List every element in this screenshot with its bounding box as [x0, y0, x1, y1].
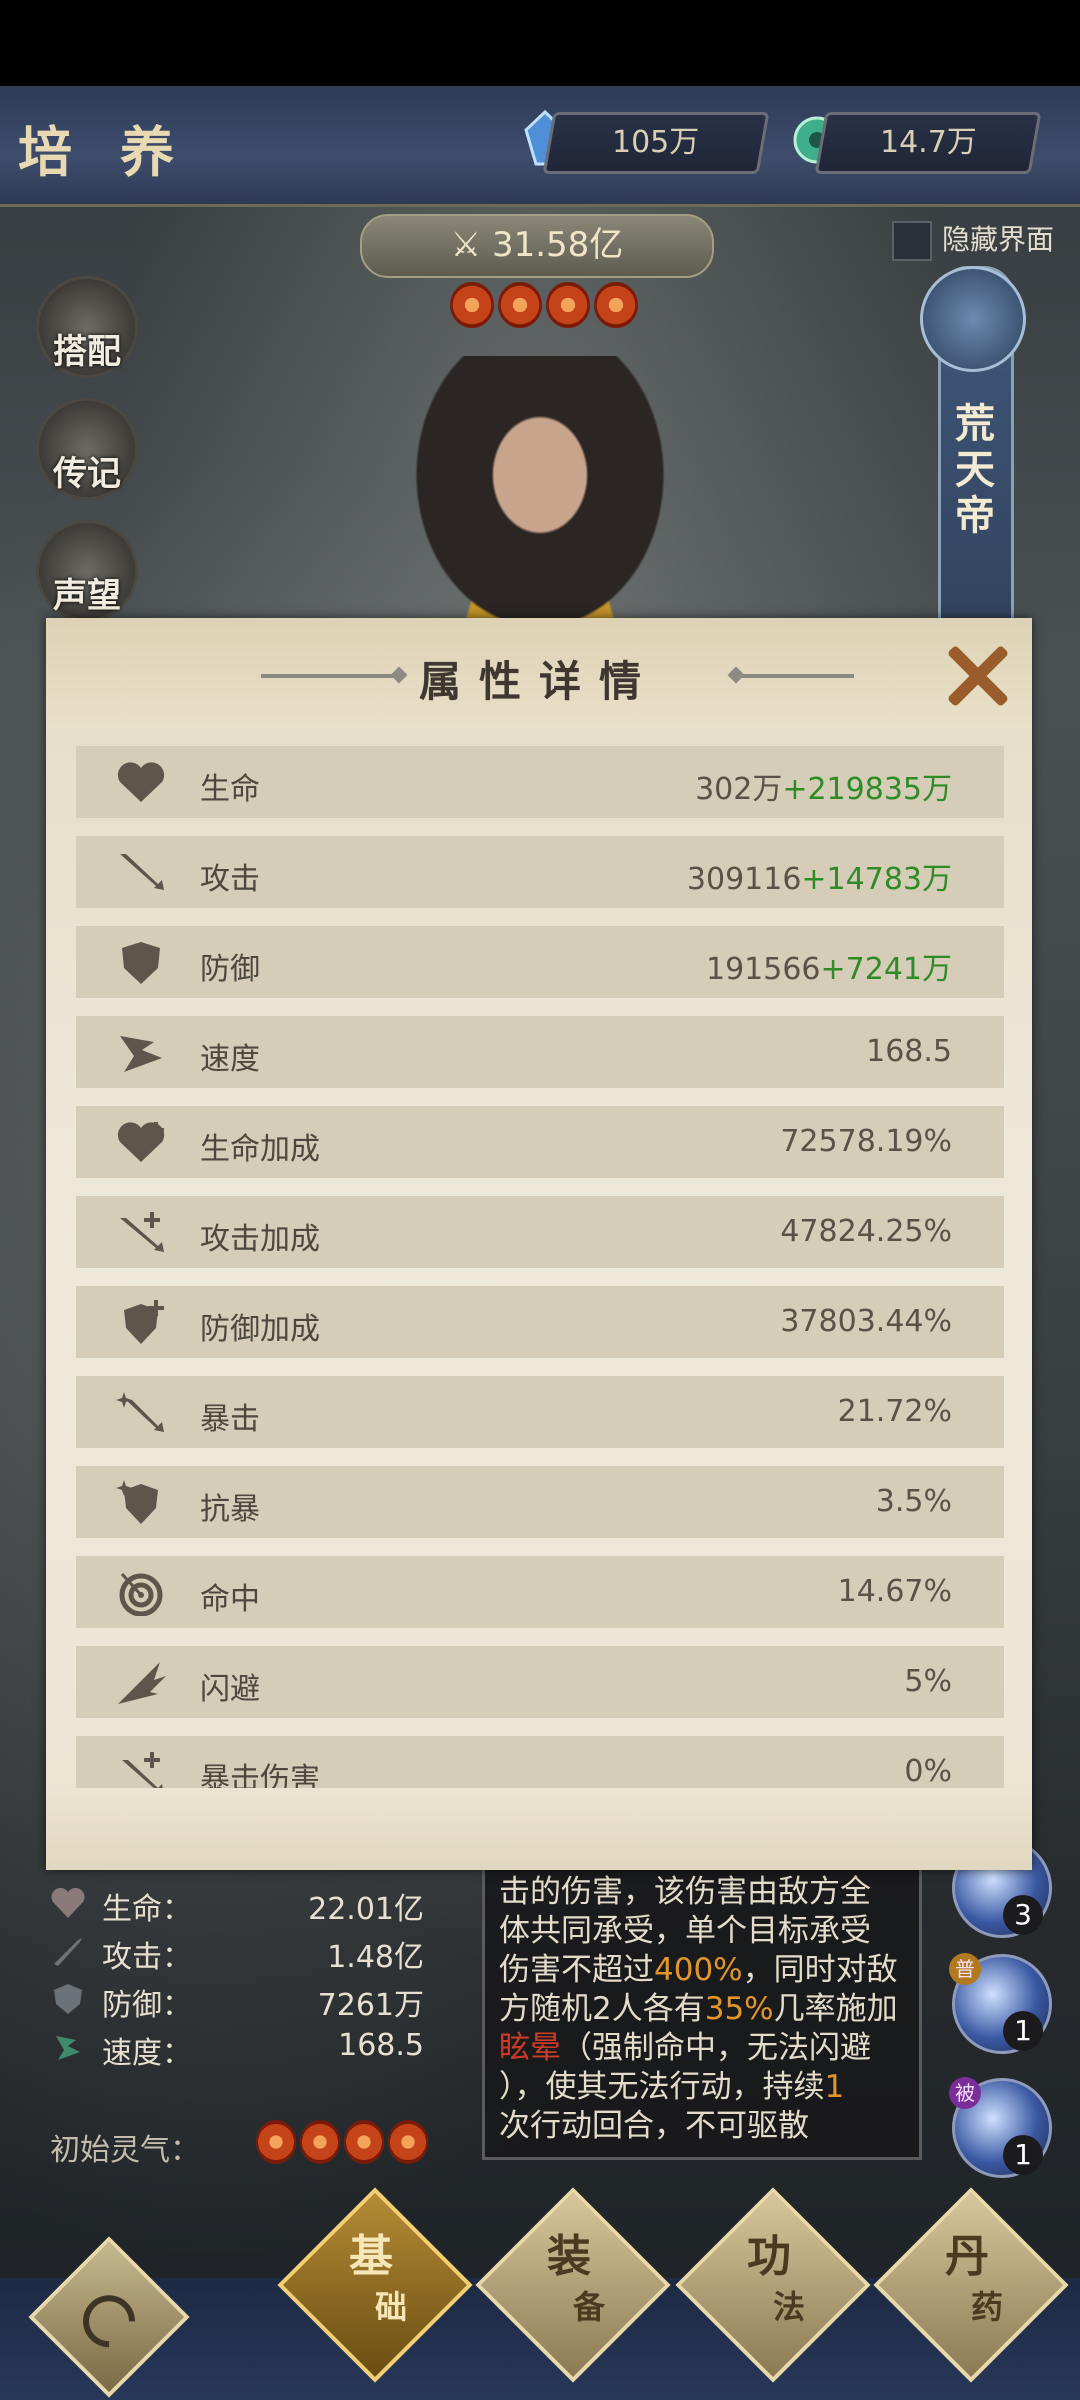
attribute-row-hit: 命中 14.67% — [76, 1556, 1004, 1628]
attribute-row-crit-resist: 抗暴 3.5% — [76, 1466, 1004, 1538]
attribute-row-attack-bonus: 攻击加成 47824.25% — [76, 1196, 1004, 1268]
attribute-row-hp: 生命 302万+219835万 — [76, 746, 1004, 818]
attribute-row-defense-bonus: 防御加成 37803.44% — [76, 1286, 1004, 1358]
close-button[interactable] — [938, 638, 1014, 714]
crit-damage-icon — [122, 1752, 163, 1788]
attribute-row-crit: 暴击 21.72% — [76, 1376, 1004, 1448]
speed-icon — [120, 1036, 162, 1072]
attribute-row-dodge: 闪避 5% — [76, 1646, 1004, 1718]
attribute-details-modal: 属性详情 生命 302万+219835万 攻击 309116+14783万 防御… — [46, 618, 1032, 1870]
attribute-row-crit-damage: 暴击伤害 0% — [76, 1736, 1004, 1788]
sword-plus-icon — [120, 1212, 164, 1252]
attribute-row-speed: 速度 168.5 — [76, 1016, 1004, 1088]
attribute-list[interactable]: 生命 302万+219835万 攻击 309116+14783万 防御 1915… — [76, 746, 1004, 1788]
shield-icon — [122, 942, 160, 984]
sword-icon — [120, 854, 164, 890]
modal-footer — [46, 1790, 1032, 1870]
crit-icon — [116, 1392, 164, 1432]
modal-header: 属性详情 — [46, 618, 1032, 728]
heart-plus-icon — [117, 1122, 165, 1162]
crit-resist-icon — [116, 1480, 158, 1524]
target-icon — [119, 1572, 163, 1616]
shield-plus-icon — [124, 1300, 164, 1344]
modal-title: 属性详情 — [418, 657, 659, 706]
attribute-row-defense: 防御 191566+7241万 — [76, 926, 1004, 998]
heart-icon — [117, 762, 165, 802]
attribute-row-attack: 攻击 309116+14783万 — [76, 836, 1004, 908]
dodge-icon — [118, 1662, 166, 1704]
decorative-line — [734, 674, 854, 678]
attribute-row-hp-bonus: 生命加成 72578.19% — [76, 1106, 1004, 1178]
